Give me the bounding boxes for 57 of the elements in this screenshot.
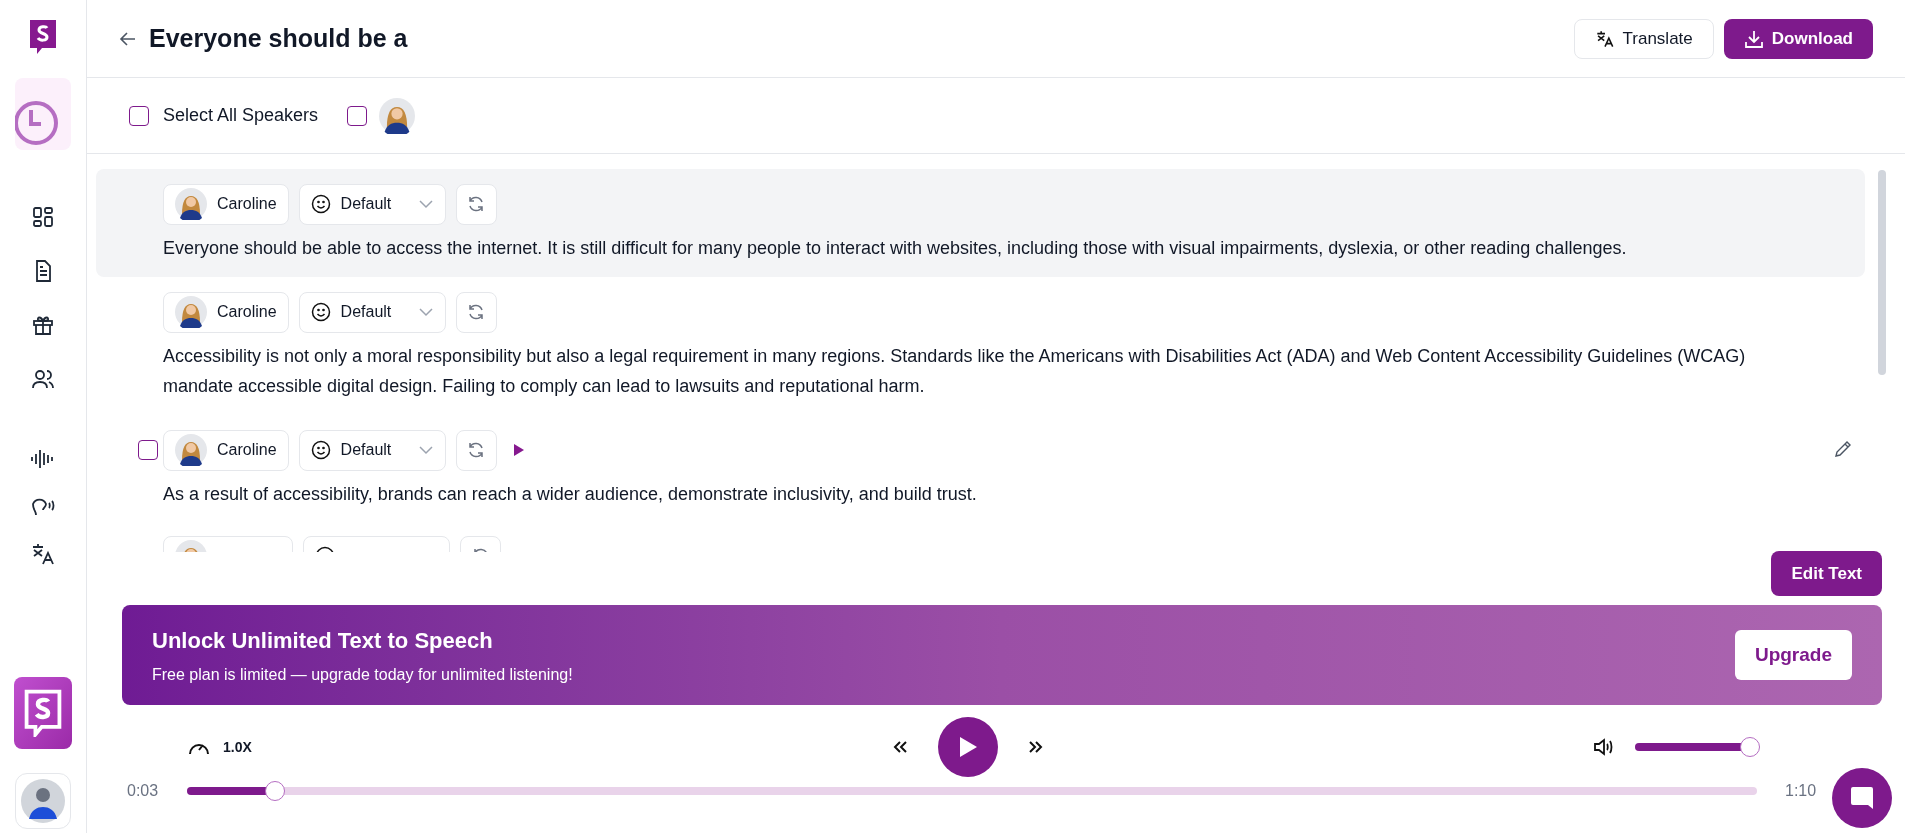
translate-button[interactable]: Translate	[1573, 18, 1714, 59]
chat-button[interactable]	[1832, 768, 1892, 828]
duration-time: 1:10	[1785, 781, 1817, 801]
download-button[interactable]: Download	[1723, 18, 1873, 59]
banner-title: Unlock Unlimited Text to Speech	[152, 626, 494, 655]
checkbox[interactable]	[347, 105, 368, 126]
select-all-label: Select All Speakers	[163, 104, 319, 127]
segment-text[interactable]: Everyone should be able to access the internet. It is still difficult for many people to interact with websites, including those with visual impairments, dyslexia, or other reading challenges.	[163, 233, 1865, 263]
waveform-icon[interactable]	[30, 447, 56, 471]
smiley-icon	[310, 194, 331, 214]
logo-icon[interactable]	[28, 18, 58, 56]
caret-icon	[417, 445, 434, 455]
scrollbar[interactable]	[1878, 170, 1886, 375]
caret-icon	[417, 307, 434, 317]
rewind-icon[interactable]	[891, 740, 908, 754]
smiley-icon	[310, 302, 331, 322]
caret-icon	[417, 199, 434, 209]
segment-text[interactable]: Accessibility is not only a moral responsibility but also a legal requirement in many regions. Standards like the Americans with Disabilities Act (ADA) and Web Content Accessibility Guidelines (WCAG) mandate accessible digital design. Failing to comply can lead to lawsuits and reputational harm.	[163, 341, 1865, 401]
speaker-avatar	[175, 434, 207, 466]
history-tile[interactable]	[15, 78, 71, 150]
users-icon[interactable]	[31, 367, 55, 391]
chat-icon	[1849, 785, 1875, 811]
style-dropdown[interactable]: Default	[298, 429, 446, 471]
grid-icon[interactable]	[31, 205, 55, 229]
segment-text[interactable]: As a result of accessibility, brands can reach a wider audience, demonstrate inclusivity, and build trust.	[163, 479, 1865, 509]
back-arrow-icon[interactable]	[119, 29, 137, 48]
regenerate-button[interactable]	[455, 291, 497, 333]
clock-icon	[15, 100, 59, 146]
segment-highlight[interactable]	[96, 169, 1865, 277]
translate-icon[interactable]	[30, 541, 56, 567]
download-icon	[1743, 28, 1764, 49]
banner-subtitle: Free plan is limited — upgrade today for unlimited listening!	[152, 664, 573, 685]
speaker-selector[interactable]: Caroline	[163, 429, 289, 471]
checkbox[interactable]	[138, 440, 158, 460]
page-title: Everyone should be a	[149, 22, 408, 54]
user-avatar[interactable]	[15, 773, 71, 829]
speaker-avatar	[175, 296, 207, 328]
pencil-icon[interactable]	[1833, 439, 1853, 459]
speaker-avatar	[175, 188, 207, 220]
fast-forward-icon[interactable]	[1027, 740, 1044, 754]
edit-text-button[interactable]: Edit Text	[1771, 551, 1882, 596]
smiley-icon	[310, 440, 331, 460]
style-dropdown[interactable]: Default	[298, 183, 446, 225]
checkbox[interactable]	[129, 105, 149, 126]
volume-icon[interactable]	[1593, 738, 1615, 756]
upgrade-button[interactable]: Upgrade	[1734, 630, 1852, 680]
style-dropdown[interactable]: Default	[298, 291, 446, 333]
regenerate-button[interactable]	[455, 183, 497, 225]
translate-icon	[1594, 28, 1615, 49]
speed-control[interactable]: 1.0X	[187, 736, 252, 758]
app-logo[interactable]	[14, 677, 72, 749]
play-icon[interactable]	[512, 443, 525, 457]
speaker-selector[interactable]: Caroline	[163, 183, 289, 225]
speaker-avatar	[379, 97, 416, 134]
speaker-selector[interactable]: Caroline	[163, 291, 289, 333]
elapsed-time: 0:03	[127, 781, 160, 801]
regenerate-button[interactable]	[455, 429, 497, 471]
